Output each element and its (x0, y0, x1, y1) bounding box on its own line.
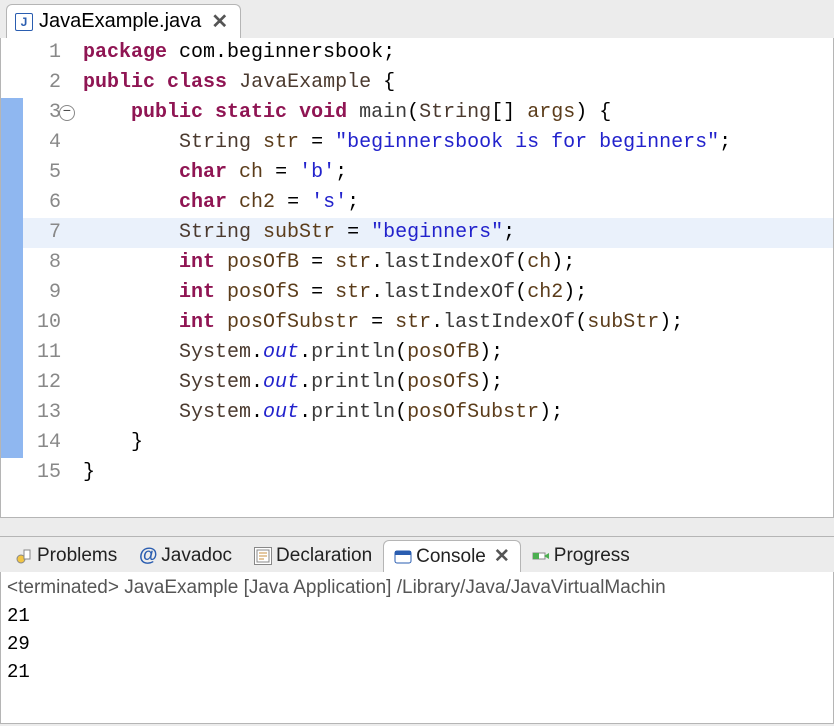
gutter-marker (1, 98, 23, 128)
line-number: 5 (23, 158, 65, 188)
panel-gap (0, 518, 834, 536)
console-output-line: 21 (7, 602, 827, 630)
gutter-marker (1, 188, 23, 218)
code-line[interactable]: 7 String subStr = "beginners"; (1, 218, 833, 248)
line-number: 11 (23, 338, 65, 368)
code-line[interactable]: 5 char ch = 'b'; (1, 158, 833, 188)
tab-label: Problems (37, 545, 117, 567)
gutter-marker (1, 158, 23, 188)
code-line[interactable]: 12 System.out.println(posOfS); (1, 368, 833, 398)
tab-problems[interactable]: Problems (4, 540, 128, 572)
gutter-marker (1, 128, 23, 158)
tab-javadoc[interactable]: @ Javadoc (128, 540, 243, 572)
code-text: public static void main(String[] args) { (65, 98, 611, 128)
line-number: 15 (23, 458, 65, 488)
line-number: 10 (23, 308, 65, 338)
tab-label: Progress (554, 545, 630, 567)
gutter-marker (1, 248, 23, 278)
code-line[interactable]: 9 int posOfS = str.lastIndexOf(ch2); (1, 278, 833, 308)
line-number: 9 (23, 278, 65, 308)
code-text: public class JavaExample { (65, 68, 395, 98)
declaration-icon (254, 547, 272, 565)
console-panel[interactable]: <terminated> JavaExample [Java Applicati… (0, 572, 834, 724)
line-number: 3− (23, 98, 65, 128)
gutter-marker (1, 458, 23, 488)
code-text: package com.beginnersbook; (65, 38, 395, 68)
console-status: <terminated> JavaExample [Java Applicati… (7, 574, 827, 602)
line-number: 7 (23, 218, 65, 248)
line-number: 14 (23, 428, 65, 458)
code-text: int posOfS = str.lastIndexOf(ch2); (65, 278, 587, 308)
code-line[interactable]: 10 int posOfSubstr = str.lastIndexOf(sub… (1, 308, 833, 338)
console-icon (394, 548, 412, 566)
gutter-marker (1, 428, 23, 458)
progress-icon (532, 547, 550, 565)
code-line[interactable]: 6 char ch2 = 's'; (1, 188, 833, 218)
tab-label: Console (416, 546, 486, 568)
code-text: String str = "beginnersbook is for begin… (65, 128, 731, 158)
fold-toggle-icon[interactable]: − (59, 105, 75, 121)
editor-tab-javaexample[interactable]: J JavaExample.java ✕ (6, 4, 241, 38)
tab-declaration[interactable]: Declaration (243, 540, 383, 572)
code-line[interactable]: 15 } (1, 458, 833, 488)
gutter-marker (1, 368, 23, 398)
line-number: 6 (23, 188, 65, 218)
code-text: System.out.println(posOfB); (65, 338, 503, 368)
gutter-marker (1, 308, 23, 338)
gutter-marker (1, 278, 23, 308)
line-number: 4 (23, 128, 65, 158)
code-text: } (65, 458, 95, 488)
gutter-marker (1, 68, 23, 98)
line-number: 12 (23, 368, 65, 398)
code-line[interactable]: 14 } (1, 428, 833, 458)
gutter-marker (1, 218, 23, 248)
bottom-tabstrip: Problems @ Javadoc Declaration Console ✕… (0, 536, 834, 572)
gutter-marker (1, 338, 23, 368)
problems-icon (15, 547, 33, 565)
editor-tabstrip: J JavaExample.java ✕ (0, 0, 834, 38)
code-text: char ch = 'b'; (65, 158, 347, 188)
line-number: 1 (23, 38, 65, 68)
editor-tab-filename: JavaExample.java (39, 10, 201, 33)
gutter-marker (1, 398, 23, 428)
line-number: 2 (23, 68, 65, 98)
code-line[interactable]: 3− public static void main(String[] args… (1, 98, 833, 128)
tab-label: Declaration (276, 545, 372, 567)
code-editor[interactable]: 1 package com.beginnersbook; 2 public cl… (0, 38, 834, 518)
console-output-line: 29 (7, 630, 827, 658)
line-number: 8 (23, 248, 65, 278)
code-line[interactable]: 4 String str = "beginnersbook is for beg… (1, 128, 833, 158)
javadoc-icon: @ (139, 547, 157, 565)
code-text: int posOfSubstr = str.lastIndexOf(subStr… (65, 308, 683, 338)
tab-console[interactable]: Console ✕ (383, 540, 521, 572)
code-text: int posOfB = str.lastIndexOf(ch); (65, 248, 575, 278)
code-line[interactable]: 13 System.out.println(posOfSubstr); (1, 398, 833, 428)
java-file-icon: J (15, 13, 33, 31)
code-line[interactable]: 11 System.out.println(posOfB); (1, 338, 833, 368)
code-line[interactable]: 8 int posOfB = str.lastIndexOf(ch); (1, 248, 833, 278)
line-number: 13 (23, 398, 65, 428)
console-output-line: 21 (7, 658, 827, 686)
code-line[interactable]: 2 public class JavaExample { (1, 68, 833, 98)
code-text: String subStr = "beginners"; (65, 218, 515, 248)
code-text: } (65, 428, 143, 458)
code-text: System.out.println(posOfS); (65, 368, 503, 398)
tab-label: Javadoc (161, 545, 232, 567)
tab-progress[interactable]: Progress (521, 540, 641, 572)
close-icon[interactable]: ✕ (494, 545, 510, 568)
close-icon[interactable]: ✕ (211, 9, 228, 34)
code-line[interactable]: 1 package com.beginnersbook; (1, 38, 833, 68)
code-text: char ch2 = 's'; (65, 188, 359, 218)
gutter-marker (1, 38, 23, 68)
code-text: System.out.println(posOfSubstr); (65, 398, 563, 428)
